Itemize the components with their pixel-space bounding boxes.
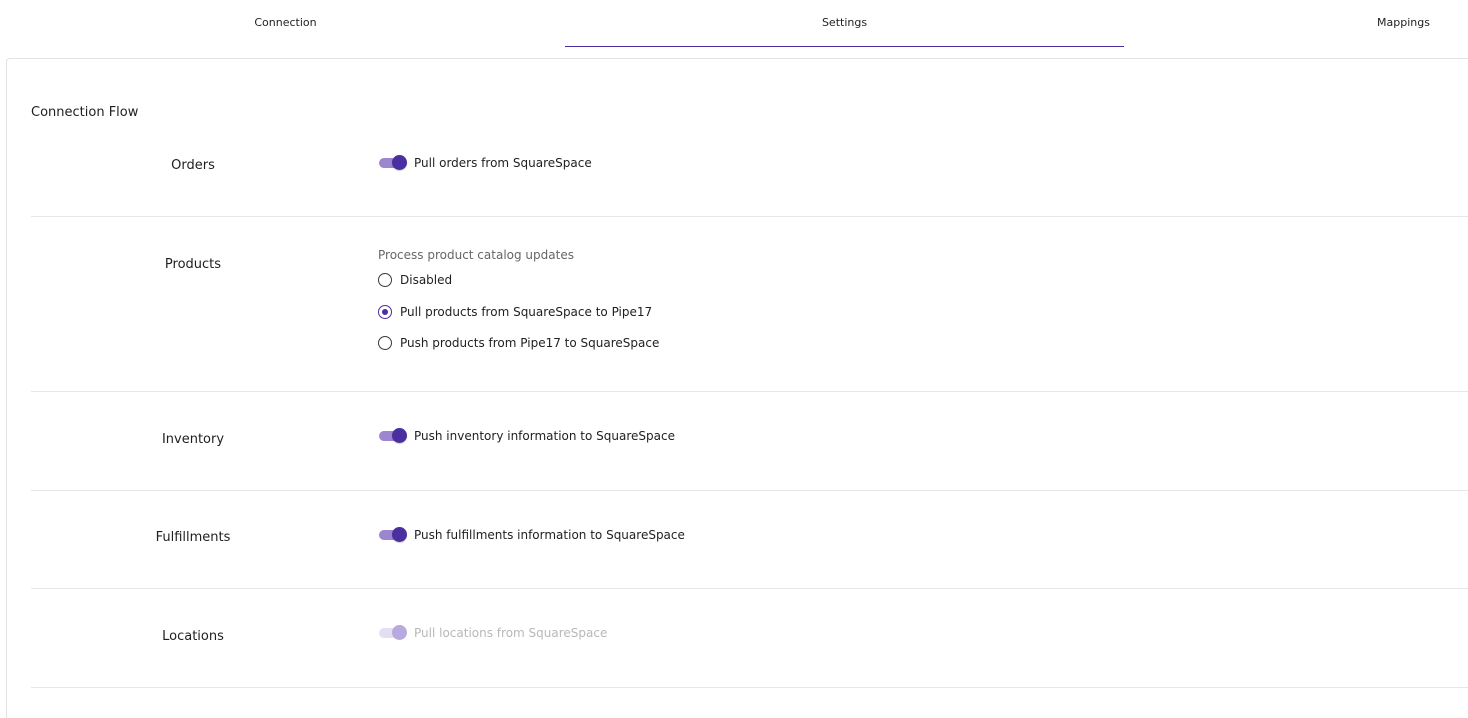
products-option-push[interactable]: Push products from Pipe17 to SquareSpace bbox=[378, 335, 659, 351]
radio-label: Pull products from SquareSpace to Pipe17 bbox=[400, 305, 653, 319]
orders-label: Orders bbox=[171, 158, 215, 173]
locations-toggle-switch bbox=[378, 624, 408, 642]
radio-button[interactable] bbox=[378, 336, 392, 350]
inventory-toggle-row[interactable]: Push inventory information to SquareSpac… bbox=[378, 427, 675, 445]
switch-thumb bbox=[392, 527, 407, 542]
tab-bar: Connection Settings Mappings bbox=[0, 0, 1468, 58]
divider bbox=[31, 391, 1468, 392]
radio-label: Push products from Pipe17 to SquareSpace bbox=[400, 336, 660, 350]
divider bbox=[31, 216, 1468, 217]
products-option-pull[interactable]: Pull products from SquareSpace to Pipe17 bbox=[378, 304, 652, 320]
orders-toggle-switch[interactable] bbox=[378, 154, 408, 172]
products-label: Products bbox=[164, 257, 222, 272]
section-title: Connection Flow bbox=[31, 105, 139, 120]
locations-toggle-row: Pull locations from SquareSpace bbox=[378, 624, 607, 642]
fulfillments-toggle-switch[interactable] bbox=[378, 526, 408, 544]
orders-toggle-label: Pull orders from SquareSpace bbox=[414, 156, 592, 170]
products-option-disabled[interactable]: Disabled bbox=[378, 272, 452, 288]
tab-mappings[interactable]: Mappings bbox=[1124, 0, 1468, 47]
tab-connection[interactable]: Connection bbox=[6, 0, 565, 47]
divider bbox=[31, 687, 1468, 688]
tab-settings[interactable]: Settings bbox=[565, 0, 1124, 47]
divider bbox=[31, 588, 1468, 589]
radio-button-checked[interactable] bbox=[378, 305, 392, 319]
switch-thumb bbox=[392, 428, 407, 443]
fulfillments-toggle-row[interactable]: Push fulfillments information to SquareS… bbox=[378, 526, 685, 544]
inventory-toggle-switch[interactable] bbox=[378, 427, 408, 445]
radio-label: Disabled bbox=[400, 273, 453, 287]
fulfillments-toggle-label: Push fulfillments information to SquareS… bbox=[414, 528, 685, 542]
switch-thumb bbox=[392, 155, 407, 170]
divider bbox=[31, 490, 1468, 491]
products-group-title: Process product catalog updates bbox=[378, 248, 574, 262]
fulfillments-label: Fulfillments bbox=[155, 530, 231, 545]
radio-button[interactable] bbox=[378, 273, 392, 287]
locations-label: Locations bbox=[162, 629, 224, 644]
orders-toggle-row[interactable]: Pull orders from SquareSpace bbox=[378, 154, 592, 172]
switch-thumb bbox=[392, 625, 407, 640]
inventory-label: Inventory bbox=[161, 432, 225, 447]
inventory-toggle-label: Push inventory information to SquareSpac… bbox=[414, 429, 675, 443]
locations-toggle-label: Pull locations from SquareSpace bbox=[414, 626, 608, 640]
settings-panel bbox=[6, 58, 1468, 718]
